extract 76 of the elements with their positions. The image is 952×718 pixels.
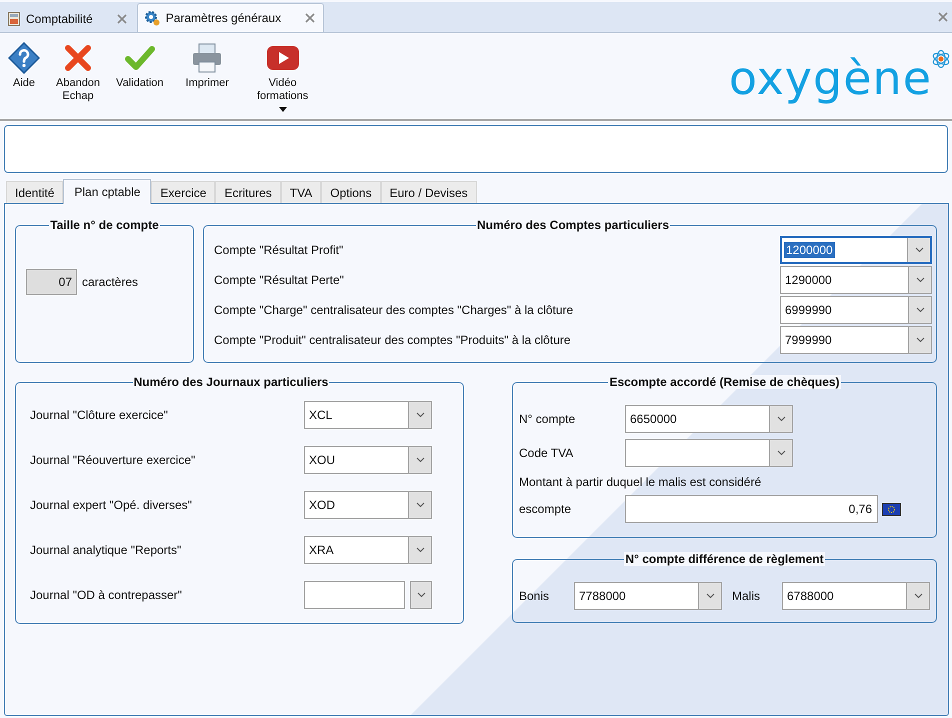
field-label: Journal "OD à contrepasser" xyxy=(30,588,182,602)
field-label: Code TVA xyxy=(519,446,574,460)
caret-icon xyxy=(416,457,424,463)
field-label: Compte "Charge" centralisateur des comptes "Charges" à la clôture xyxy=(214,303,574,317)
caret-icon xyxy=(776,416,786,422)
unit-label: caractères xyxy=(82,275,138,289)
combo-box[interactable]: 7788000 xyxy=(574,582,722,610)
field-label: Bonis xyxy=(519,589,550,603)
document-tab[interactable]: Paramètres généraux xyxy=(136,3,324,32)
dropdown-button[interactable] xyxy=(410,581,432,609)
logo: oxygène xyxy=(728,53,933,103)
printer-icon xyxy=(191,42,224,74)
caret-icon xyxy=(916,307,924,313)
caret-icon xyxy=(416,547,424,553)
caret-icon xyxy=(706,593,714,599)
combo-box[interactable]: 7999990 xyxy=(780,326,932,354)
tab[interactable]: Identité xyxy=(6,181,64,203)
combo-box[interactable]: XRA xyxy=(304,536,432,564)
caret-icon xyxy=(914,247,924,253)
close-icon[interactable] xyxy=(938,12,948,22)
toolbar-button[interactable]: Abandon Echap xyxy=(50,37,106,111)
caret-icon xyxy=(916,277,924,283)
toolbar-button[interactable]: Vidéo formations xyxy=(250,37,314,116)
toolbar-button[interactable]: Aide xyxy=(2,37,46,98)
field-label: escompte xyxy=(519,502,572,516)
tab[interactable]: TVA xyxy=(280,181,322,203)
help-icon xyxy=(8,42,40,74)
check-icon xyxy=(124,44,155,72)
field-label: Compte "Résultat Perte" xyxy=(214,273,344,287)
caret-icon xyxy=(416,412,424,418)
combo-box[interactable]: 6788000 xyxy=(782,582,930,610)
tab[interactable]: Euro / Devises xyxy=(380,181,477,203)
field-label: Journal "Clôture exercice" xyxy=(30,408,168,422)
combo-box[interactable]: 6999990 xyxy=(780,296,932,324)
amount-field[interactable]: 0,76 xyxy=(625,495,878,523)
gear-icon xyxy=(144,10,160,26)
caret-icon xyxy=(914,593,922,599)
caret-icon xyxy=(916,337,924,343)
field-label: Journal expert "Opé. diverses" xyxy=(30,498,192,512)
close-icon[interactable] xyxy=(305,13,316,23)
read-only-field: 07 xyxy=(26,269,77,295)
tab[interactable]: Plan cptable xyxy=(63,179,152,204)
group-title: Taille n° de compte xyxy=(49,218,160,232)
field-label: Journal "Réouverture exercice" xyxy=(30,453,196,467)
caret-icon xyxy=(416,592,426,598)
toolbar-button[interactable]: Imprimer xyxy=(180,37,235,98)
tab[interactable]: Exercice xyxy=(151,181,216,203)
play-icon xyxy=(266,45,300,71)
field-label: Montant à partir duquel le malis est considéré xyxy=(519,475,762,489)
calculator-icon xyxy=(8,12,20,26)
tab[interactable]: Ecritures xyxy=(215,181,281,203)
field-label: Compte "Produit" centralisateur des comptes "Produits" à la clôture xyxy=(214,333,571,347)
field-label: Malis xyxy=(732,589,762,603)
group-title: N° compte différence de règlement xyxy=(624,552,825,566)
atom-icon xyxy=(932,49,950,69)
field-label: N° compte xyxy=(519,412,576,426)
group-title: Numéro des Comptes particuliers xyxy=(476,218,670,232)
caret-icon xyxy=(416,502,424,508)
combo-box[interactable] xyxy=(625,439,793,467)
input-field[interactable] xyxy=(304,581,405,609)
caret-icon xyxy=(776,450,786,456)
tab[interactable]: Options xyxy=(321,181,381,203)
close-icon[interactable] xyxy=(116,14,127,24)
combo-box[interactable]: XOD xyxy=(304,491,432,519)
field-label: Compte "Résultat Profit" xyxy=(214,243,344,257)
group-title: Numéro des Journaux particuliers xyxy=(132,375,330,389)
combo-box[interactable]: 6650000 xyxy=(625,405,793,433)
field-label: Journal analytique "Reports" xyxy=(30,543,182,557)
combo-box[interactable]: XOU xyxy=(304,446,432,474)
combo-box[interactable]: 1200000 xyxy=(780,236,932,264)
combo-box[interactable]: 1290000 xyxy=(780,266,932,294)
combo-box[interactable]: XCL xyxy=(304,401,432,429)
group-title: Escompte accordé (Remise de chèques) xyxy=(608,375,841,389)
toolbar-button[interactable]: Validation xyxy=(110,37,170,98)
flag-icon xyxy=(882,502,901,516)
close-icon xyxy=(64,44,92,72)
